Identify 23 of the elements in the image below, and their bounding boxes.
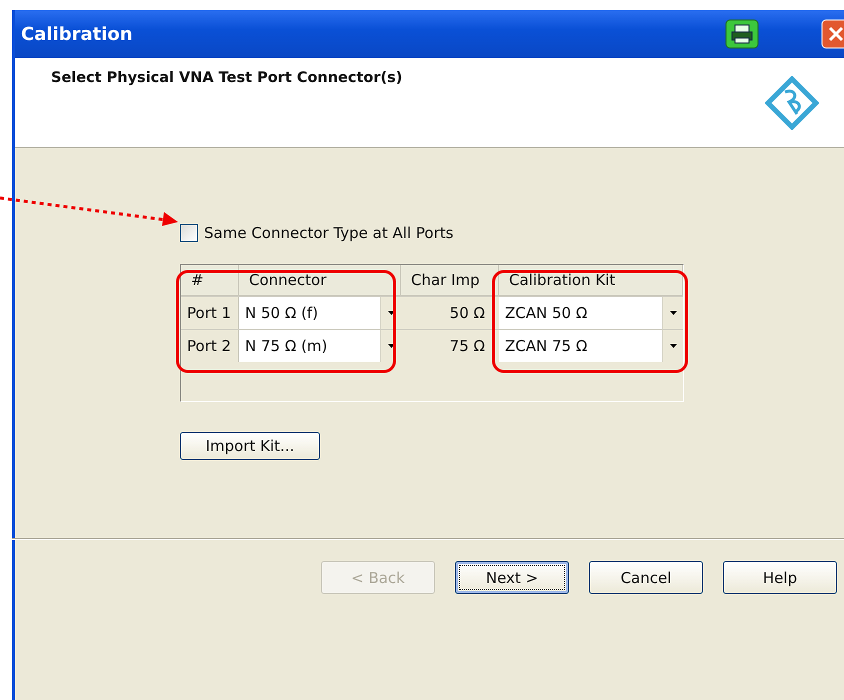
column-header: Calibration Kit (499, 265, 683, 296)
wizard-button[interactable]: Next > (455, 561, 569, 594)
column-header: Char Imp (401, 265, 499, 296)
page-heading: Select Physical VNA Test Port Connector(s) (51, 70, 402, 86)
column-header: Connector (239, 265, 401, 296)
wizard-button[interactable]: Cancel (589, 561, 703, 594)
caret-icon (670, 311, 676, 315)
caret-icon (670, 344, 676, 348)
connector-dropdown[interactable]: N 75 Ω (m) (239, 330, 401, 362)
wizard-button[interactable]: Help (723, 561, 837, 594)
calibration-kit-dropdown[interactable]: ZCAN 50 Ω (499, 297, 683, 329)
column-header: # (181, 265, 239, 296)
import-kit-button[interactable]: Import Kit... (180, 432, 320, 460)
caret-icon (388, 311, 394, 315)
connector-dropdown[interactable]: N 50 Ω (f) (239, 297, 401, 329)
checkbox-label: Same Connector Type at All Ports (204, 224, 454, 242)
diamond-logo-icon (765, 76, 819, 130)
window-title: Calibration (21, 24, 134, 44)
checkbox[interactable] (180, 224, 198, 242)
caret-icon (388, 344, 394, 348)
calibration-kit-dropdown[interactable]: ZCAN 75 Ω (499, 330, 683, 362)
printer-icon[interactable] (725, 19, 759, 49)
close-icon[interactable] (821, 19, 844, 49)
